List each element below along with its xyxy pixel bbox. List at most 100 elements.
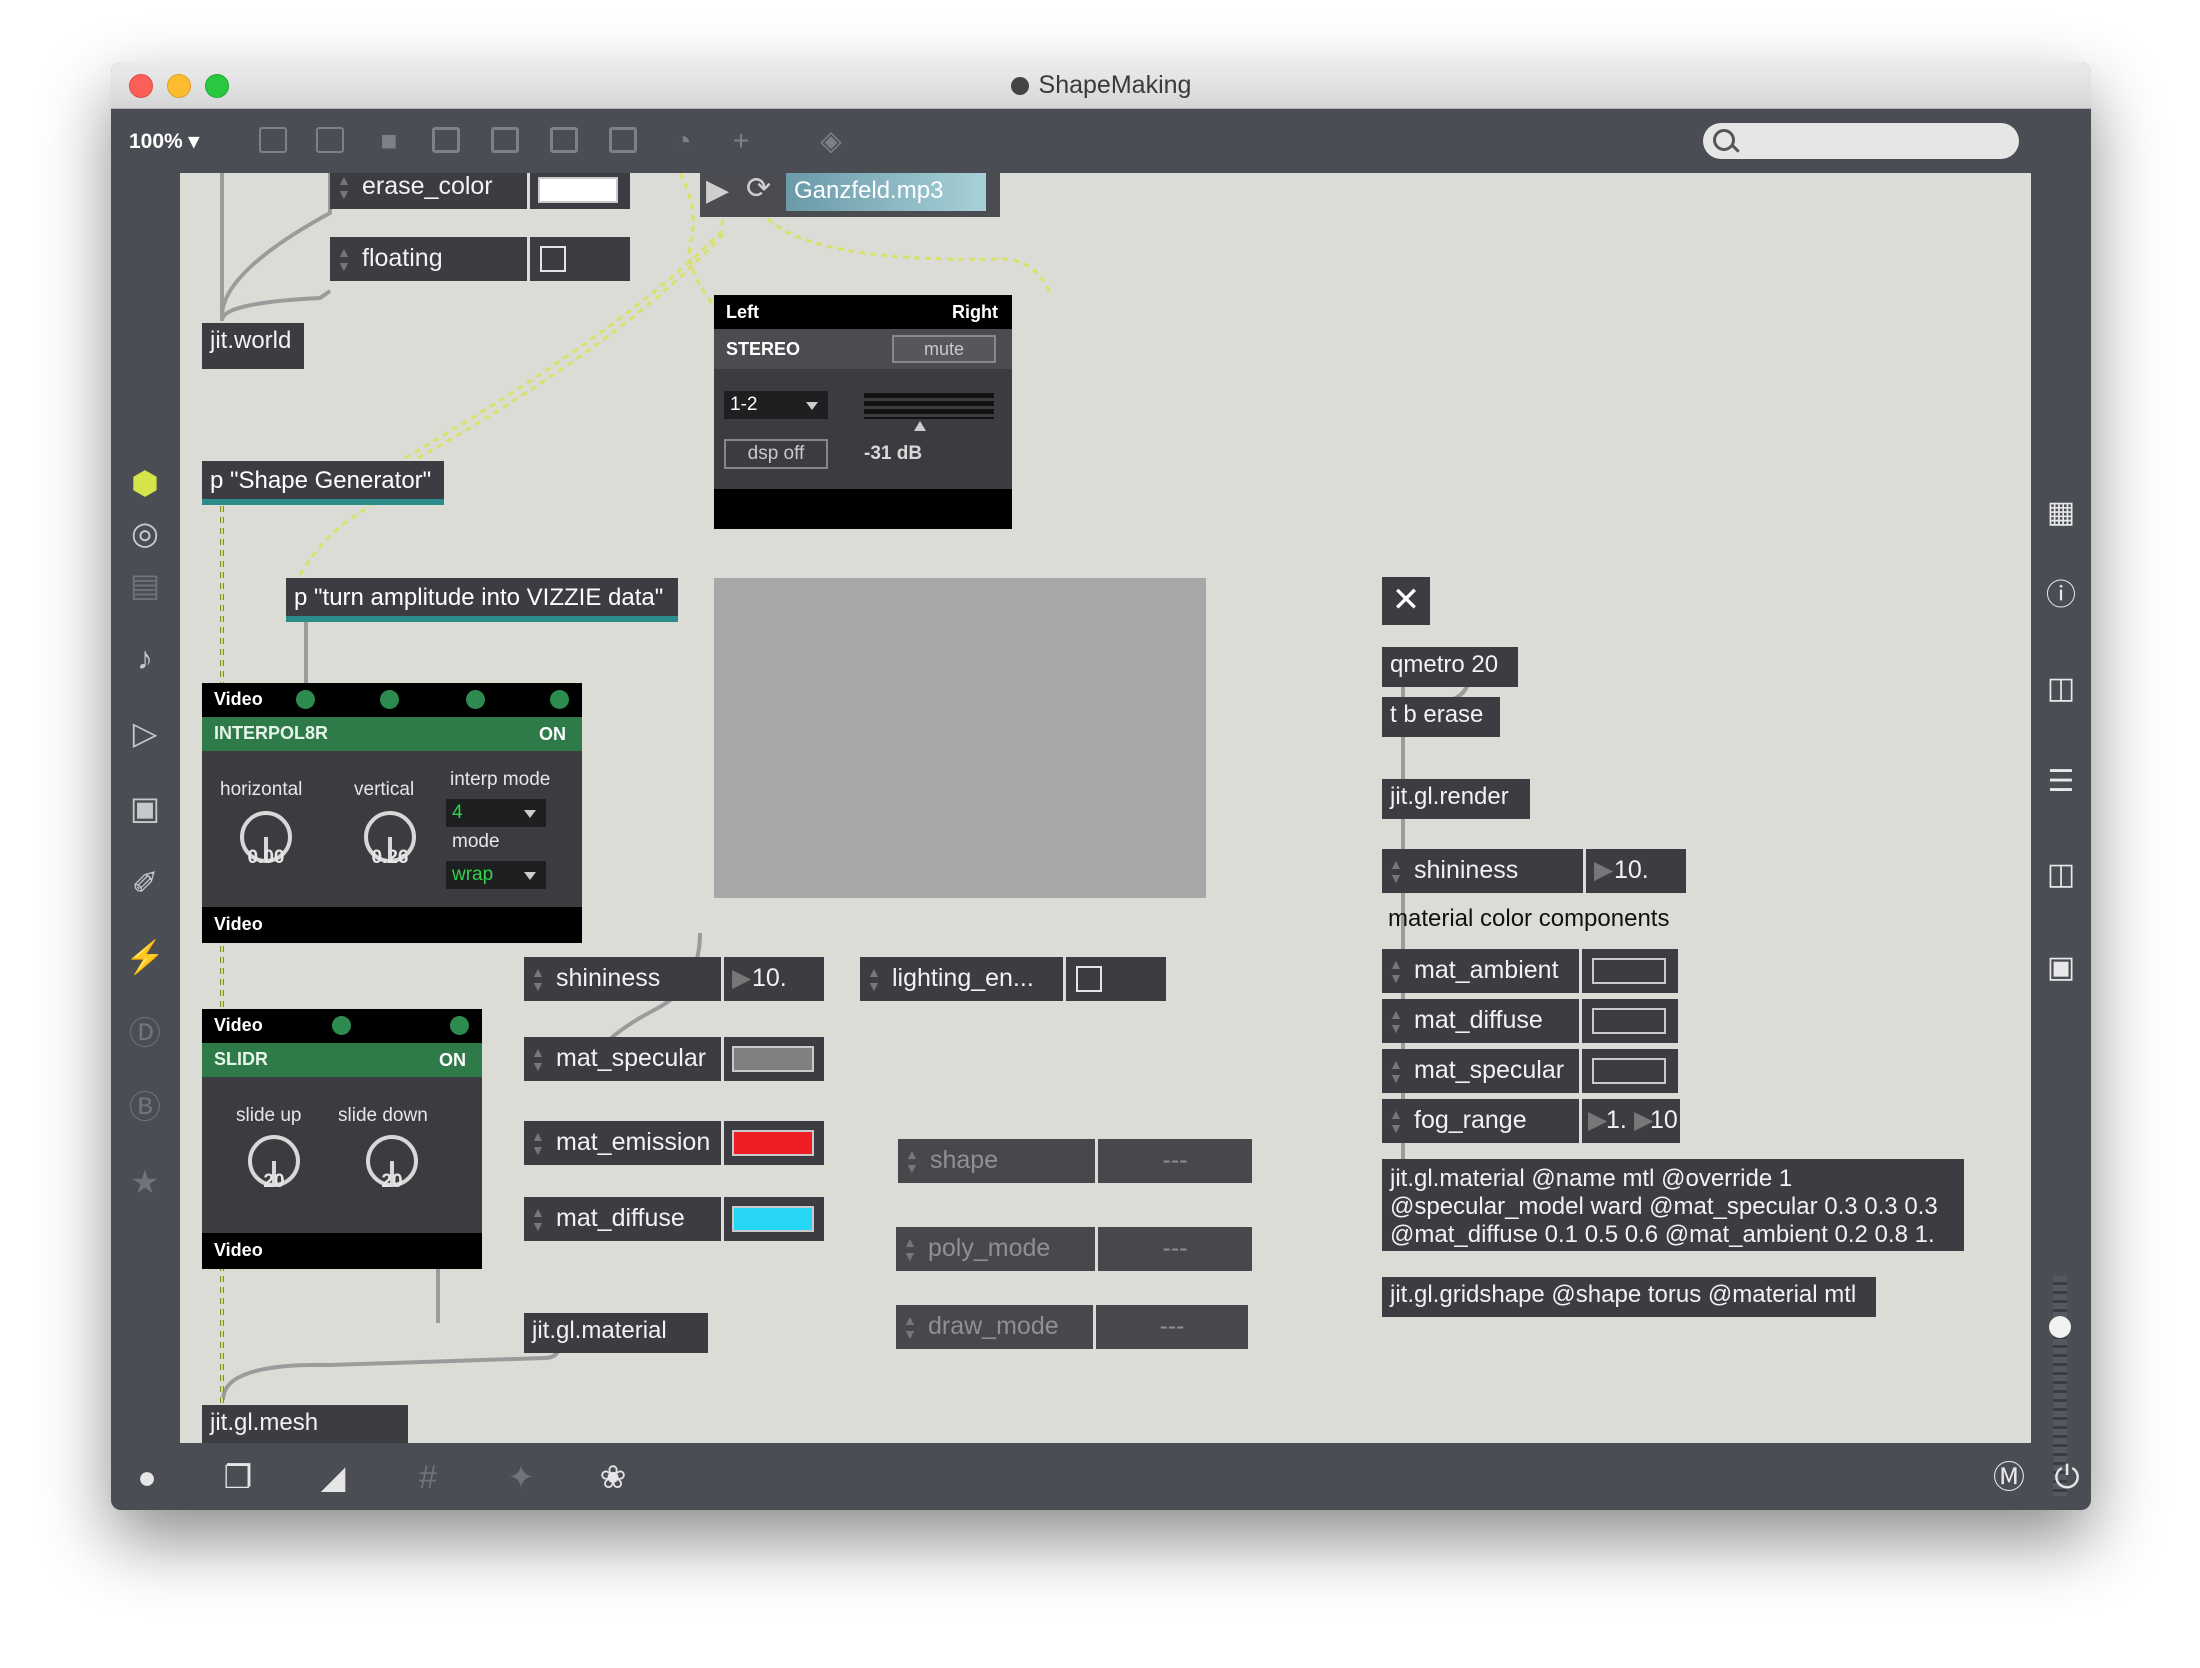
left-mat-diffuse-swatch-box[interactable] bbox=[724, 1197, 824, 1241]
button-icon[interactable] bbox=[432, 127, 460, 153]
inlet-dot[interactable] bbox=[450, 1016, 469, 1035]
inlet-dot[interactable] bbox=[332, 1016, 351, 1035]
lighting-enable-attr[interactable]: ▲ ▼ lighting_en... bbox=[860, 957, 1166, 1001]
patcher-canvas[interactable]: ▲ ▼ erase_color ▲ ▼ floating jit.world ▶ ⟳ G… bbox=[180, 173, 2031, 1443]
star-icon[interactable]: ★ bbox=[123, 1160, 167, 1204]
left-mat-specular-swatch-box[interactable] bbox=[724, 1037, 824, 1081]
paperclip-icon[interactable]: ✐ bbox=[123, 861, 167, 905]
erase-color-attr[interactable]: ▲ ▼ erase_color bbox=[330, 173, 630, 209]
book-icon[interactable]: ◫ bbox=[2039, 853, 2083, 897]
info-icon[interactable]: ⓘ bbox=[2039, 574, 2083, 618]
amp-to-vizzie-subpatch[interactable]: p "turn amplitude into VIZZIE data" bbox=[286, 578, 678, 622]
inlet-dot[interactable] bbox=[296, 690, 315, 709]
right-mat-diffuse-swatch-box[interactable] bbox=[1582, 999, 1678, 1043]
slidr-on-toggle[interactable]: ON bbox=[439, 1050, 466, 1071]
search-field[interactable] bbox=[1703, 123, 2019, 159]
dsp-button[interactable]: dsp off bbox=[724, 439, 828, 469]
fog-range-min[interactable]: 1. bbox=[1606, 1099, 1627, 1141]
lighting-toggle-box[interactable] bbox=[1066, 957, 1166, 1001]
toggle-icon[interactable] bbox=[491, 127, 519, 153]
jit-gl-mesh-object[interactable]: jit.gl.mesh bbox=[202, 1405, 408, 1443]
m-icon[interactable]: Ⓜ bbox=[1987, 1455, 2031, 1499]
right-mat-specular-swatch-box[interactable] bbox=[1582, 1049, 1678, 1093]
gain-marker[interactable] bbox=[914, 421, 926, 431]
right-shininess-number[interactable]: ▶ 10. bbox=[1586, 849, 1686, 893]
left-mat-specular-attr[interactable]: ▲ ▼ mat_specular bbox=[524, 1037, 824, 1081]
right-mat-specular-attr[interactable]: ▲ ▼ mat_specular bbox=[1382, 1049, 1678, 1093]
slider-icon[interactable] bbox=[609, 127, 637, 153]
fog-range-attr[interactable]: ▲ ▼ fog_range ▶ 1. ▶ 10 bbox=[1382, 1099, 1680, 1143]
film-icon[interactable]: ▤ bbox=[123, 563, 167, 607]
left-shininess-number[interactable]: ▶ 10. bbox=[724, 957, 824, 1001]
right-mat-specular-swatch[interactable] bbox=[1592, 1058, 1666, 1084]
interp-mode-menu[interactable]: 4 bbox=[446, 799, 546, 827]
loop-icon[interactable]: ⟳ bbox=[746, 173, 771, 206]
erase-color-value[interactable] bbox=[538, 177, 618, 203]
jit-gl-gridshape-object[interactable]: jit.gl.gridshape @shape torus @material … bbox=[1382, 1277, 1876, 1317]
jit-gl-material-right[interactable]: jit.gl.material @name mtl @override 1 @s… bbox=[1382, 1159, 1964, 1251]
music-note-icon[interactable]: ♪ bbox=[123, 636, 167, 680]
list-icon[interactable]: ☰ bbox=[2039, 760, 2083, 804]
wrench-icon[interactable]: ❀ bbox=[591, 1455, 635, 1499]
lock-icon[interactable]: ● bbox=[125, 1455, 169, 1499]
right-mat-diffuse-swatch[interactable] bbox=[1592, 1008, 1666, 1034]
add-icon[interactable]: + bbox=[725, 125, 757, 157]
jit-gl-material-left[interactable]: jit.gl.material bbox=[524, 1313, 708, 1353]
left-mat-specular-swatch[interactable] bbox=[732, 1046, 814, 1072]
left-mat-diffuse-swatch[interactable] bbox=[732, 1206, 814, 1232]
inlet-dot[interactable] bbox=[380, 690, 399, 709]
poly-mode-attr[interactable]: ▲ ▼ poly_mode --- bbox=[896, 1227, 1252, 1271]
draw-mode-attr[interactable]: ▲ ▼ draw_mode --- bbox=[896, 1305, 1248, 1349]
interpol8r-on-toggle[interactable]: ON bbox=[539, 724, 566, 745]
left-mat-emission-attr[interactable]: ▲ ▼ mat_emission bbox=[524, 1121, 824, 1165]
shape-attr[interactable]: ▲ ▼ shape --- bbox=[898, 1139, 1252, 1183]
left-mat-emission-swatch-box[interactable] bbox=[724, 1121, 824, 1165]
playlist-player[interactable]: ▶ ⟳ Ganzfeld.mp3 bbox=[700, 173, 1000, 217]
mute-button[interactable]: mute bbox=[892, 335, 996, 363]
right-mat-diffuse-attr[interactable]: ▲ ▼ mat_diffuse bbox=[1382, 999, 1678, 1043]
channel-menu[interactable]: 1-2 bbox=[724, 391, 828, 419]
waveform-clip[interactable]: Ganzfeld.mp3 bbox=[786, 173, 986, 211]
number-icon[interactable] bbox=[550, 127, 578, 153]
image-icon[interactable]: ▣ bbox=[123, 786, 167, 830]
grid-icon[interactable]: # bbox=[406, 1455, 450, 1499]
draw-mode-menu[interactable]: --- bbox=[1096, 1305, 1248, 1349]
inlet-dot[interactable] bbox=[550, 690, 569, 709]
comment-icon[interactable]: ■ bbox=[373, 125, 405, 157]
jit-pwindow[interactable] bbox=[714, 578, 1206, 898]
poly-mode-menu[interactable]: --- bbox=[1098, 1227, 1252, 1271]
target-icon[interactable]: ◎ bbox=[123, 511, 167, 555]
new-object-icon[interactable] bbox=[259, 127, 287, 153]
t-b-erase-object[interactable]: t b erase bbox=[1382, 697, 1500, 737]
erase-color-swatch[interactable] bbox=[530, 173, 630, 209]
columns-icon[interactable]: ◫ bbox=[2039, 667, 2083, 711]
jit-world-object[interactable]: jit.world bbox=[202, 323, 304, 369]
right-shininess-attr[interactable]: ▲ ▼ shininess ▶ 10. bbox=[1382, 849, 1686, 893]
v-badge-icon[interactable]: Ⓓ bbox=[123, 1011, 167, 1055]
mode-menu[interactable]: wrap bbox=[446, 861, 546, 889]
volume-slider-thumb[interactable] bbox=[2049, 1316, 2071, 1338]
right-mat-ambient-attr[interactable]: ▲ ▼ mat_ambient bbox=[1382, 949, 1678, 993]
left-shininess-attr[interactable]: ▲ ▼ shininess ▶ 10. bbox=[524, 957, 824, 1001]
playback-icon[interactable]: ▷ bbox=[123, 711, 167, 755]
presentation-icon[interactable]: ◢ bbox=[311, 1455, 355, 1499]
b-badge-icon[interactable]: Ⓑ bbox=[123, 1085, 167, 1129]
cube-icon[interactable]: ⬢ bbox=[123, 461, 167, 505]
windows-icon[interactable]: ❐ bbox=[216, 1455, 260, 1499]
camera-icon[interactable]: ▣ bbox=[2039, 946, 2083, 990]
keyboard-grid-icon[interactable]: ▦ bbox=[2039, 491, 2083, 535]
right-mat-ambient-swatch[interactable] bbox=[1592, 958, 1666, 984]
zoom-menu[interactable]: 100% ▾ bbox=[129, 129, 199, 154]
floating-toggle[interactable] bbox=[540, 246, 566, 272]
right-mat-ambient-swatch-box[interactable] bbox=[1582, 949, 1678, 993]
left-mat-emission-swatch[interactable] bbox=[732, 1130, 814, 1156]
lighting-toggle[interactable] bbox=[1076, 966, 1102, 992]
fog-range-max[interactable]: 10 bbox=[1650, 1099, 1678, 1141]
qmetro-object[interactable]: qmetro 20 bbox=[1382, 647, 1518, 687]
snap-icon[interactable]: ✦ bbox=[499, 1455, 543, 1499]
play-icon[interactable]: ▶ bbox=[706, 173, 729, 208]
floating-toggle-box[interactable] bbox=[530, 237, 630, 281]
left-mat-diffuse-attr[interactable]: ▲ ▼ mat_diffuse bbox=[524, 1197, 824, 1241]
shape-generator-subpatch[interactable]: p "Shape Generator" bbox=[202, 461, 444, 505]
plug-icon[interactable]: ⚡ bbox=[123, 935, 167, 979]
